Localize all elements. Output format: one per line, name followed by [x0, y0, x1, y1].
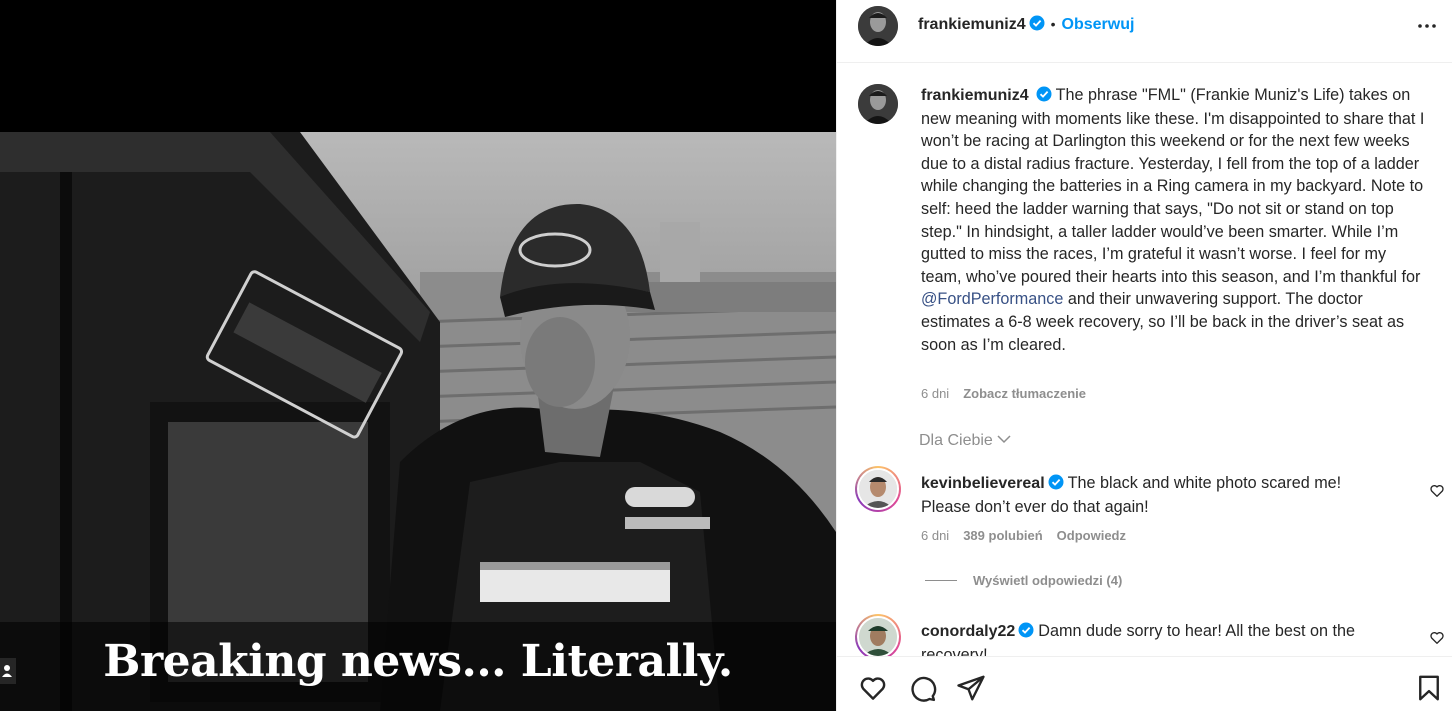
post-headline: Breaking news... Literally.: [103, 636, 733, 687]
share-icon[interactable]: [956, 673, 986, 703]
verified-badge-icon: [1029, 15, 1045, 31]
reply-button[interactable]: Odpowiedz: [1057, 528, 1126, 543]
caption-author-avatar[interactable]: [858, 84, 898, 124]
comment-username[interactable]: kevinbelievereal: [921, 475, 1045, 492]
comment-body: conordaly22 Damn dude sorry to hear! All …: [921, 620, 1391, 656]
for-you-filter[interactable]: Dla Ciebie: [919, 432, 1012, 450]
caption-meta: 6 dni Zobacz tłumaczenie: [921, 386, 1100, 401]
more-options-icon[interactable]: [1415, 14, 1439, 38]
comment-time[interactable]: 6 dni: [921, 528, 949, 543]
comment-like-heart-icon[interactable]: [1429, 483, 1445, 499]
for-you-label: Dla Ciebie: [919, 432, 993, 449]
replies-divider-line: [925, 580, 957, 581]
heart-icon[interactable]: [858, 673, 888, 703]
comment-like-heart-icon[interactable]: [1429, 630, 1445, 646]
verified-badge-icon: [1036, 86, 1052, 102]
author-avatar[interactable]: [858, 6, 898, 46]
post-caption: frankiemuniz4 The phrase "FML" (Frankie M…: [921, 84, 1431, 356]
comment-avatar[interactable]: [855, 614, 901, 656]
author-username[interactable]: frankiemuniz4: [918, 16, 1026, 33]
header-user-line: frankiemuniz4 • Obserwuj: [918, 15, 1134, 34]
comment-meta: 6 dni 389 polubień Odpowiedz: [921, 528, 1140, 543]
comment-username[interactable]: conordaly22: [921, 623, 1015, 640]
comments-scroll-area[interactable]: frankiemuniz4 The phrase "FML" (Frankie M…: [837, 64, 1452, 656]
verified-badge-icon: [1018, 622, 1034, 638]
verified-badge-icon: [1048, 474, 1064, 490]
view-replies-button[interactable]: Wyświetl odpowiedzi (4): [925, 573, 1122, 588]
separator-dot: •: [1050, 16, 1056, 32]
follow-button[interactable]: Obserwuj: [1062, 16, 1135, 33]
comment-icon[interactable]: [907, 673, 937, 703]
comment-likes-count[interactable]: 389 polubień: [963, 528, 1042, 543]
caption-text: The phrase "FML" (Frankie Muniz's Life) …: [921, 86, 1425, 286]
tagged-user-icon[interactable]: [0, 658, 16, 684]
caption-username[interactable]: frankiemuniz4: [921, 87, 1029, 104]
comment-avatar[interactable]: [855, 466, 901, 512]
chevron-down-icon: [997, 435, 1011, 444]
comment-body: kevinbelievereal The black and white phot…: [921, 472, 1391, 518]
post-side-panel: frankiemuniz4 • Obserwuj frankiemuniz4 The …: [836, 0, 1452, 711]
caption-mention-link[interactable]: @FordPerformance: [921, 290, 1063, 308]
view-replies-label: Wyświetl odpowiedzi (4): [973, 573, 1123, 588]
racing-photo-illustration: [0, 132, 836, 711]
post-action-bar: [837, 656, 1452, 711]
caption-time[interactable]: 6 dni: [921, 386, 949, 401]
post-media[interactable]: Breaking news... Literally.: [0, 0, 836, 711]
post-header: frankiemuniz4 • Obserwuj: [837, 0, 1452, 63]
bookmark-icon[interactable]: [1414, 673, 1444, 703]
see-translation-button[interactable]: Zobacz tłumaczenie: [963, 386, 1086, 401]
post-photo: [0, 132, 836, 711]
